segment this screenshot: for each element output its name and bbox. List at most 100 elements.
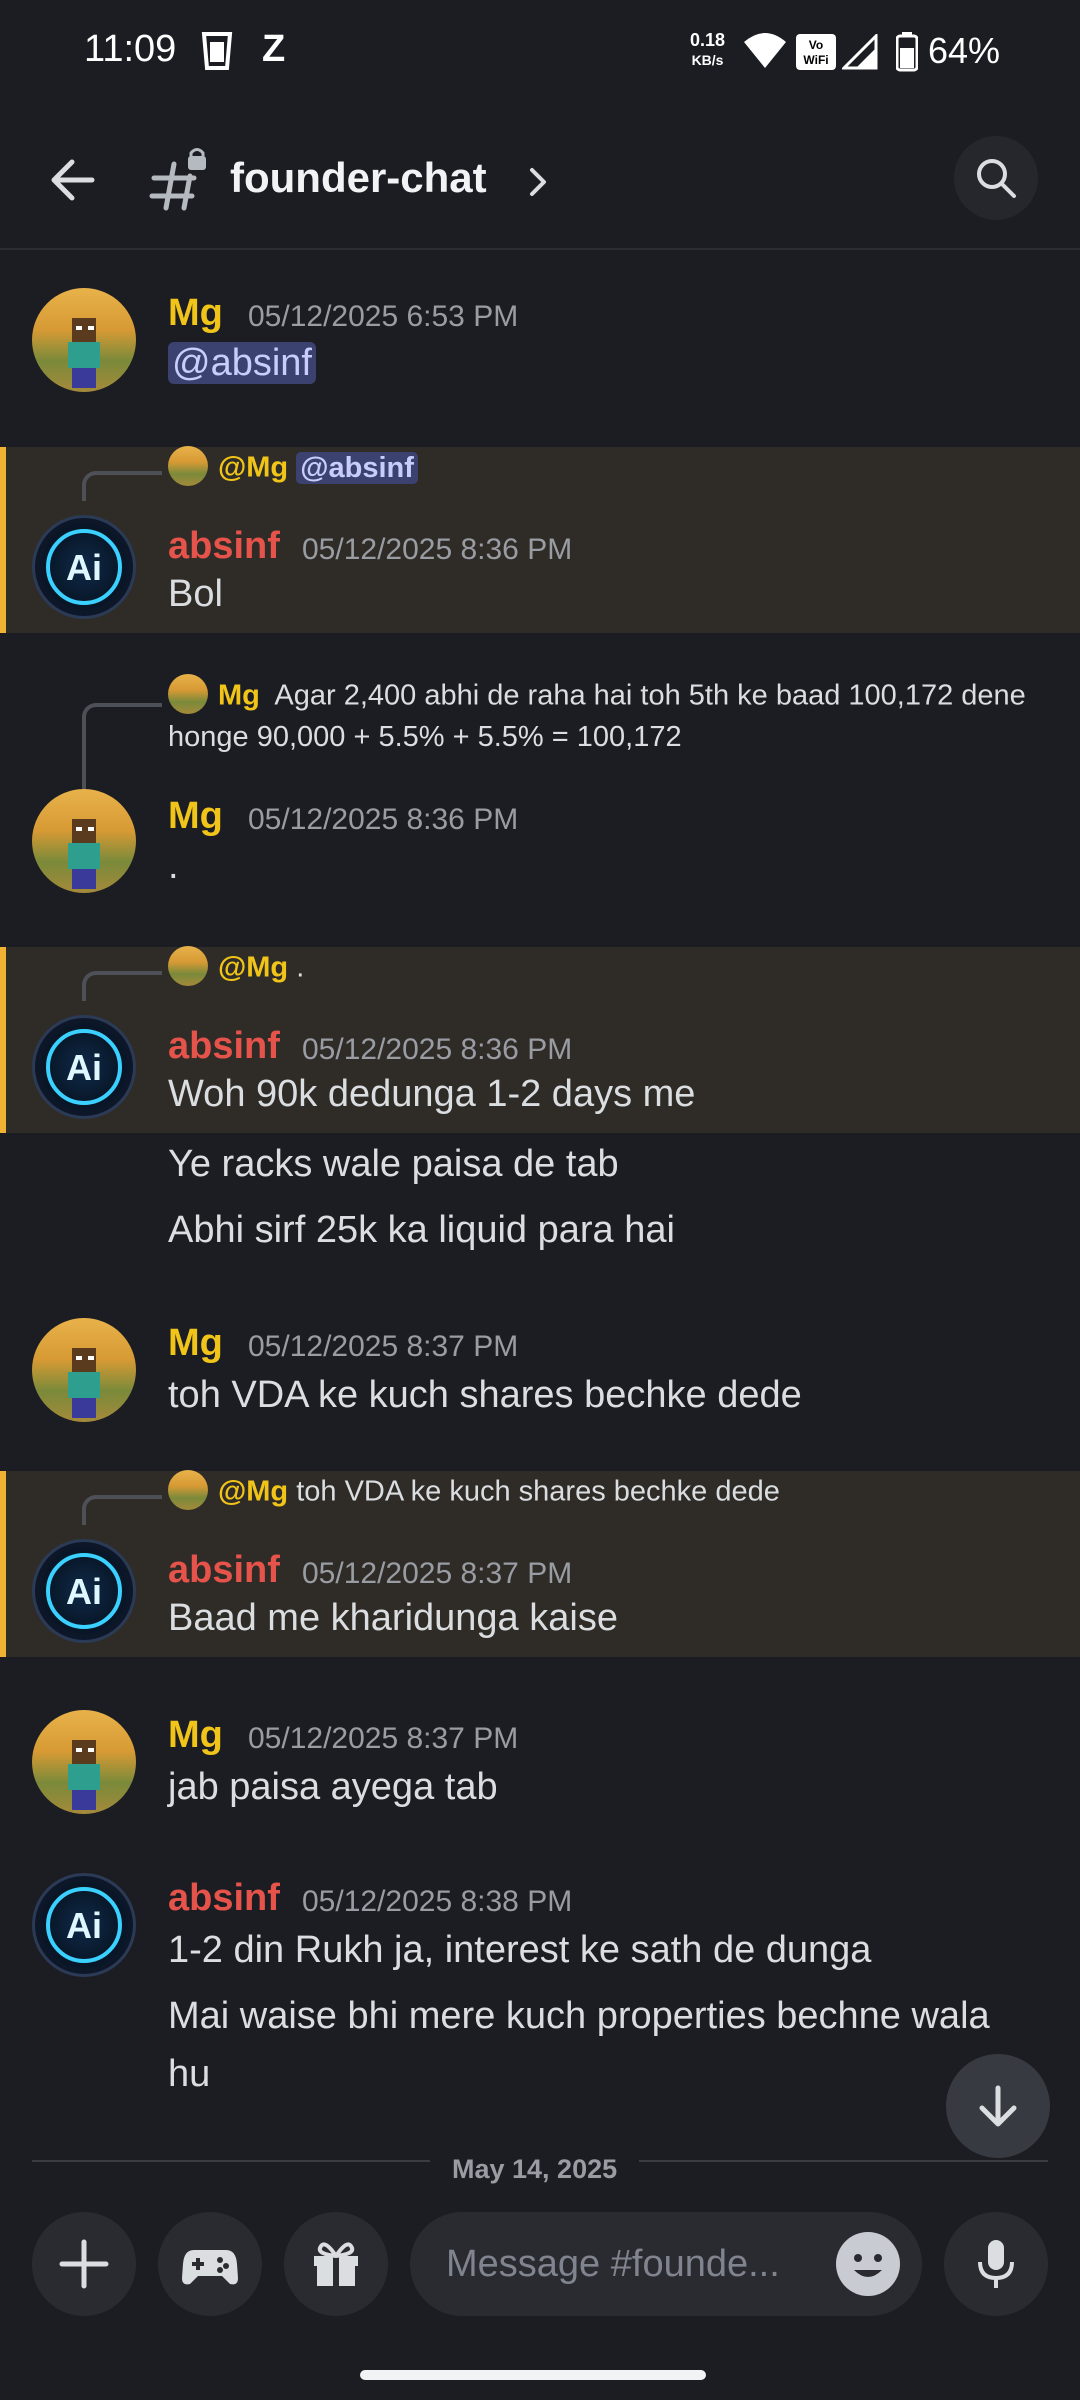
activities-button[interactable]	[158, 2212, 262, 2316]
carrier-icon: Z	[262, 28, 286, 70]
message-text: hu	[168, 2053, 211, 2095]
signal-icon	[840, 32, 878, 74]
message-item[interactable]: Mg 05/12/2025 8:37 PM jab paisa ayega ta…	[0, 1704, 1080, 1834]
smiley-icon	[854, 2254, 882, 2277]
locked-channel-hash-icon	[148, 148, 212, 212]
message-text: Ye racks wale paisa de tab	[168, 1143, 619, 1185]
add-attachment-button[interactable]	[32, 2212, 136, 2316]
channel-title[interactable]: founder-chat	[230, 154, 487, 202]
reply-preview-continued: honge 90,000 + 5.5% + 5.5% = 100,172	[168, 721, 682, 753]
status-time: 11:09	[84, 28, 177, 70]
message-text: Mai waise bhi mere kuch properties bechn…	[168, 1995, 990, 2037]
message-timestamp: 05/12/2025 8:37 PM	[248, 1330, 519, 1363]
jump-to-latest-button[interactable]	[946, 2054, 1050, 2158]
message-input[interactable]	[446, 2234, 826, 2294]
message-text: @absinf	[168, 342, 316, 385]
reply-connector	[82, 703, 162, 789]
battery-saver-icon	[200, 30, 234, 76]
message-text: Abhi sirf 25k ka liquid para hai	[168, 1209, 675, 1251]
avatar-mg[interactable]	[32, 288, 136, 392]
back-button[interactable]	[44, 150, 104, 210]
wifi-icon	[742, 30, 788, 74]
message-text: .	[168, 845, 179, 887]
author-name[interactable]: absinf	[168, 1549, 280, 1592]
reply-avatar-mg	[168, 446, 208, 486]
avatar-absinf[interactable]: Ai	[32, 515, 136, 619]
network-speed: 0.18 KB/s	[690, 30, 726, 68]
status-bar: 11:09 Z 0.18 KB/s Vo WiFi 64%	[0, 0, 1080, 110]
reply-connector	[82, 1495, 162, 1525]
message-text: Bol	[168, 573, 223, 615]
message-text: Woh 90k dedunga 1-2 days me	[168, 1073, 696, 1115]
message-timestamp: 05/12/2025 8:37 PM	[248, 1722, 519, 1755]
search-button[interactable]	[954, 136, 1038, 220]
author-name[interactable]: absinf	[168, 1025, 280, 1068]
message-item[interactable]: Mg Agar 2,400 abhi de raha hai toh 5th k…	[0, 674, 1080, 907]
message-input-wrapper	[410, 2212, 922, 2316]
arrow-down-icon	[979, 2085, 1017, 2127]
user-mention[interactable]: @absinf	[168, 342, 316, 384]
message-text: toh VDA ke kuch shares bechke dede	[168, 1374, 802, 1416]
author-name[interactable]: Mg	[168, 1714, 223, 1757]
author-name[interactable]: Mg	[168, 795, 223, 838]
svg-text:Vo: Vo	[809, 38, 823, 52]
svg-text:Ai: Ai	[66, 1047, 102, 1088]
svg-text:Ai: Ai	[66, 1571, 102, 1612]
message-item-mentioned[interactable]: @Mg @absinf Ai absinf 05/12/2025 8:36 PM…	[0, 446, 1080, 633]
svg-text:Ai: Ai	[66, 547, 102, 588]
avatar-absinf[interactable]: Ai	[32, 1873, 136, 1977]
message-timestamp: 05/12/2025 6:53 PM	[248, 300, 519, 333]
message-item[interactable]: Mg 05/12/2025 6:53 PM @absinf	[0, 282, 1080, 392]
message-timestamp: 05/12/2025 8:36 PM	[302, 533, 573, 566]
avatar-absinf[interactable]: Ai	[32, 1539, 136, 1643]
reply-preview[interactable]: @Mg toh VDA ke kuch shares bechke dede	[168, 1470, 780, 1513]
chevron-right-icon[interactable]	[524, 162, 554, 202]
message-text: jab paisa ayega tab	[168, 1766, 498, 1808]
message-composer	[0, 2186, 1080, 2346]
reply-avatar-mg	[168, 674, 208, 714]
message-continuation[interactable]: Ye racks wale paisa de tab Abhi sirf 25k…	[0, 1133, 1080, 1273]
message-timestamp: 05/12/2025 8:37 PM	[302, 1557, 573, 1590]
author-name[interactable]: absinf	[168, 1877, 280, 1920]
avatar-mg[interactable]	[32, 1318, 136, 1422]
reply-preview[interactable]: Mg Agar 2,400 abhi de raha hai toh 5th k…	[168, 674, 1026, 717]
message-timestamp: 05/12/2025 8:36 PM	[302, 1033, 573, 1066]
emoji-button[interactable]	[836, 2232, 900, 2296]
plus-icon	[59, 2239, 109, 2289]
author-name[interactable]: absinf	[168, 525, 280, 568]
message-text: 1-2 din Rukh ja, interest ke sath de dun…	[168, 1929, 872, 1971]
date-divider-label: May 14, 2025	[430, 2154, 640, 2185]
avatar-mg[interactable]	[32, 789, 136, 893]
reply-preview[interactable]: @Mg @absinf	[168, 446, 418, 489]
reply-avatar-mg	[168, 1470, 208, 1510]
avatar-mg[interactable]	[32, 1710, 136, 1814]
vowifi-icon: Vo WiFi	[796, 34, 836, 74]
reply-avatar-mg	[168, 946, 208, 986]
svg-text:Ai: Ai	[66, 1905, 102, 1946]
author-name[interactable]: Mg	[168, 292, 223, 335]
battery-icon	[895, 32, 919, 76]
svg-text:WiFi: WiFi	[803, 53, 828, 67]
message-item[interactable]: Ai absinf 05/12/2025 8:38 PM 1-2 din Ruk…	[0, 1867, 1080, 2147]
gift-button[interactable]	[284, 2212, 388, 2316]
message-list[interactable]: Mg 05/12/2025 6:53 PM @absinf @Mg @absin…	[0, 252, 1080, 2182]
author-name[interactable]: Mg	[168, 1322, 223, 1365]
arrow-left-icon	[51, 159, 95, 201]
reply-preview[interactable]: @Mg .	[168, 946, 304, 989]
message-item[interactable]: Mg 05/12/2025 8:37 PM toh VDA ke kuch sh…	[0, 1312, 1080, 1442]
home-indicator[interactable]	[360, 2370, 706, 2380]
reply-connector	[82, 971, 162, 1001]
voice-message-button[interactable]	[944, 2212, 1048, 2316]
reply-connector	[82, 471, 162, 501]
message-item-mentioned[interactable]: @Mg . Ai absinf 05/12/2025 8:36 PM Woh 9…	[0, 946, 1080, 1133]
avatar-absinf[interactable]: Ai	[32, 1015, 136, 1119]
gift-icon	[314, 2242, 358, 2286]
message-item-mentioned[interactable]: @Mg toh VDA ke kuch shares bechke dede A…	[0, 1470, 1080, 1657]
search-icon	[977, 159, 1016, 198]
gamepad-icon	[182, 2250, 238, 2285]
message-timestamp: 05/12/2025 8:36 PM	[248, 803, 519, 836]
microphone-icon	[978, 2240, 1014, 2288]
battery-percent: 64%	[928, 30, 1001, 71]
message-timestamp: 05/12/2025 8:38 PM	[302, 1885, 573, 1918]
message-text: Baad me kharidunga kaise	[168, 1597, 618, 1639]
